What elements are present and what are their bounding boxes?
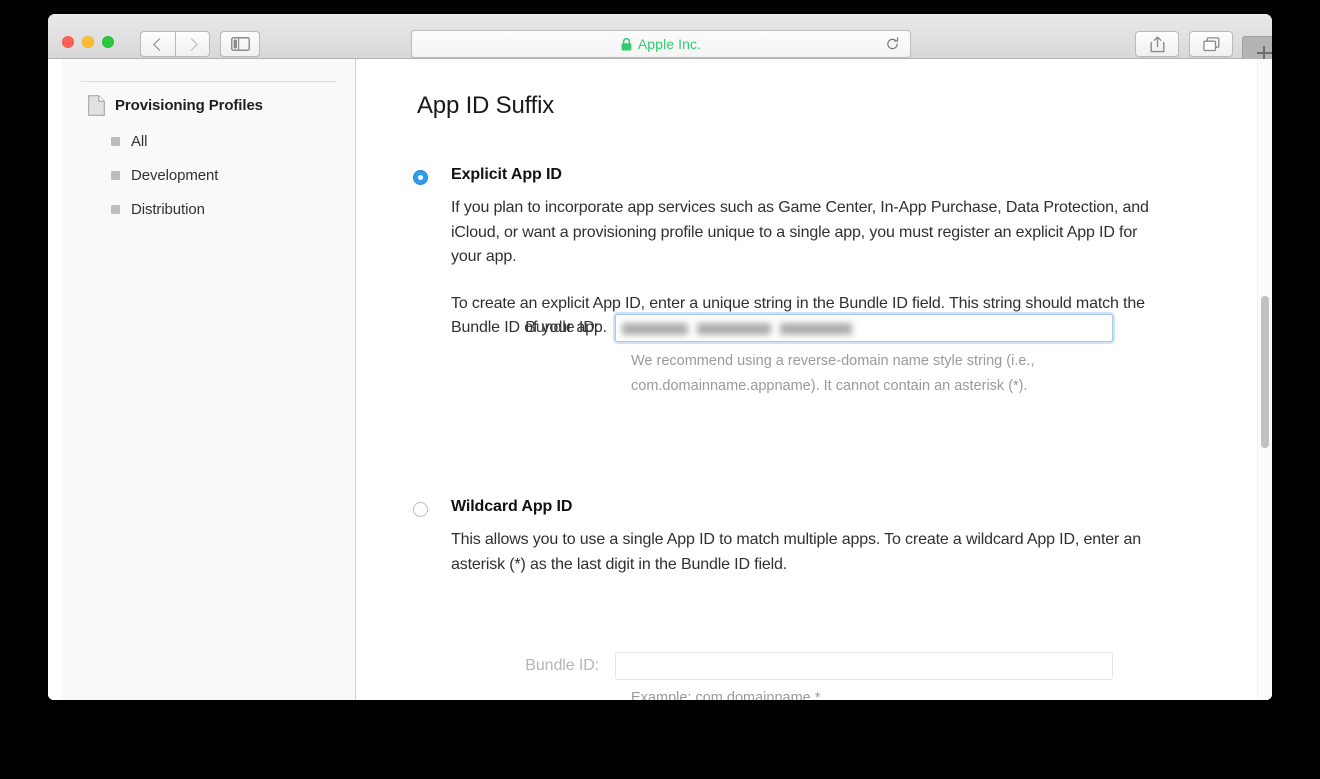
sidebar-divider — [81, 81, 337, 82]
left-gutter — [48, 59, 62, 700]
sidebar-item-label: Distribution — [131, 201, 205, 218]
bullet-icon — [111, 171, 120, 180]
share-button[interactable] — [1135, 31, 1179, 57]
chevron-right-icon — [184, 37, 198, 51]
address-bar[interactable]: Apple Inc. — [411, 30, 911, 58]
show-all-tabs-icon — [1202, 36, 1219, 51]
browser-window: Apple Inc. Provisioning Profiles All Dev… — [48, 14, 1272, 700]
main-panel: App ID Suffix Explicit App ID If you pla… — [357, 59, 1272, 700]
scrollbar-track[interactable] — [1257, 59, 1272, 700]
option-wildcard-paragraph-1: This allows you to use a single App ID t… — [451, 531, 1141, 573]
option-wildcard-app-id: Wildcard App ID This allows you to use a… — [413, 496, 1173, 577]
document-icon — [88, 95, 105, 116]
option-wildcard-body: This allows you to use a single App ID t… — [451, 528, 1173, 577]
option-wildcard-label: Wildcard App ID — [451, 498, 573, 515]
chevron-left-icon — [153, 37, 166, 51]
lock-icon — [621, 37, 632, 50]
sidebar-icon — [230, 37, 250, 51]
sidebar: Provisioning Profiles All Development Di… — [62, 59, 356, 700]
bundle-id-hint-wildcard: Example: com.domainname.* — [631, 690, 821, 700]
scrollbar-thumb[interactable] — [1261, 296, 1269, 448]
window-controls — [62, 36, 114, 48]
address-content: Apple Inc. — [621, 36, 701, 52]
radio-wildcard-app-id[interactable] — [413, 502, 428, 517]
minimize-button[interactable] — [82, 36, 94, 48]
back-button[interactable] — [140, 31, 175, 57]
radio-explicit-app-id[interactable] — [413, 170, 428, 185]
option-explicit-label: Explicit App ID — [451, 166, 562, 183]
reload-icon[interactable] — [885, 37, 900, 52]
sidebar-item-all[interactable]: All — [111, 133, 147, 150]
forward-button[interactable] — [175, 31, 210, 57]
sidebar-toggle-button[interactable] — [220, 31, 260, 57]
browser-toolbar: Apple Inc. — [48, 14, 1272, 70]
bundle-id-row-explicit: Bundle ID: — [487, 314, 1113, 342]
redacted-value — [622, 321, 852, 336]
bundle-id-label-explicit: Bundle ID: — [525, 319, 599, 336]
sidebar-section-provisioning-profiles[interactable]: Provisioning Profiles — [88, 95, 263, 116]
sidebar-section-label: Provisioning Profiles — [115, 97, 263, 114]
bullet-icon — [111, 205, 120, 214]
sidebar-item-development[interactable]: Development — [111, 167, 218, 184]
sidebar-item-label: All — [131, 133, 148, 150]
show-all-tabs-button[interactable] — [1189, 31, 1233, 57]
bundle-id-input-wildcard[interactable] — [615, 652, 1113, 680]
bundle-id-label-wildcard: Bundle ID: — [525, 657, 599, 674]
option-explicit-paragraph-1: If you plan to incorporate app services … — [451, 199, 1149, 265]
share-icon — [1150, 35, 1164, 52]
bundle-id-row-wildcard: Bundle ID: — [487, 652, 1113, 680]
bundle-id-input-explicit[interactable] — [615, 314, 1113, 342]
zoom-button[interactable] — [102, 36, 114, 48]
bundle-id-hint-explicit: We recommend using a reverse-domain name… — [631, 353, 1035, 394]
bullet-icon — [111, 137, 120, 146]
page-content: Provisioning Profiles All Development Di… — [48, 59, 1272, 700]
close-button[interactable] — [62, 36, 74, 48]
address-text: Apple Inc. — [637, 36, 702, 52]
page-title: App ID Suffix — [417, 92, 555, 119]
sidebar-item-label: Development — [131, 167, 219, 184]
sidebar-item-distribution[interactable]: Distribution — [111, 201, 205, 218]
